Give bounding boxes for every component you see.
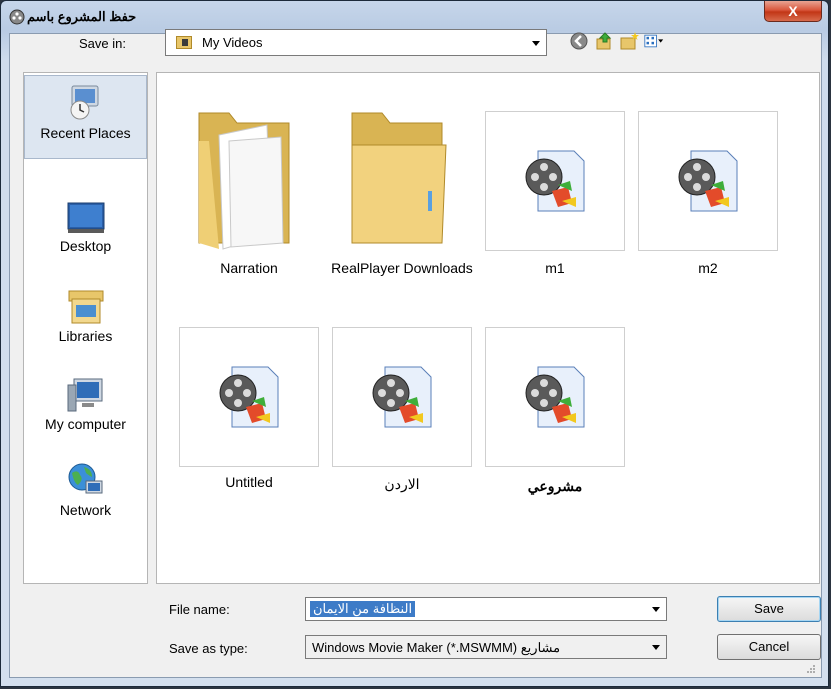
save-dialog-window: حفظ المشروع باسم X Save in: My Videos Re… <box>0 0 829 687</box>
movie-project-icon <box>678 150 738 212</box>
chevron-down-icon[interactable] <box>652 645 660 650</box>
place-network[interactable]: Network <box>24 461 147 518</box>
item-caption: Narration <box>220 260 278 276</box>
place-label: Libraries <box>58 328 113 344</box>
recent-places-icon <box>70 85 98 120</box>
item-caption: m1 <box>545 260 565 276</box>
movie-project-icon <box>372 366 432 428</box>
new-folder-icon[interactable] <box>619 31 639 51</box>
movie-project-icon <box>525 150 585 212</box>
place-label: Network <box>59 502 112 518</box>
place-label: Recent Places <box>40 125 131 141</box>
file-name-value[interactable]: النظافة من الايمان <box>310 601 416 617</box>
save-in-value: My Videos <box>202 35 263 50</box>
cancel-button[interactable]: Cancel <box>717 634 821 660</box>
movie-project-icon <box>525 366 585 428</box>
computer-icon <box>67 378 102 412</box>
save-in-label: Save in: <box>79 36 126 51</box>
save-as-type-label: Save as type: <box>169 641 248 656</box>
place-label: Desktop <box>59 238 112 254</box>
up-folder-icon[interactable] <box>594 31 614 51</box>
network-globe-icon <box>68 463 102 494</box>
places-bar: Recent Places Desktop Libraries My compu… <box>23 72 148 584</box>
file-name-label: File name: <box>169 602 230 617</box>
window-title: حفظ المشروع باسم <box>27 9 137 24</box>
resize-grip-icon[interactable] <box>806 664 816 674</box>
back-icon[interactable] <box>569 31 589 51</box>
item-caption: الاردن <box>384 476 420 492</box>
place-desktop[interactable]: Desktop <box>24 201 147 254</box>
folder-icon <box>351 112 447 244</box>
save-in-combo[interactable]: My Videos <box>165 29 547 56</box>
place-my-computer[interactable]: My computer <box>24 375 147 432</box>
file-name-input[interactable]: النظافة من الايمان <box>305 597 667 621</box>
libraries-icon <box>68 290 103 324</box>
place-libraries[interactable]: Libraries <box>24 289 147 344</box>
file-list[interactable]: Narration RealPlayer Downloads m1 m2 Unt… <box>156 72 820 584</box>
place-label: My computer <box>45 416 126 432</box>
item-caption: Untitled <box>225 474 273 490</box>
item-caption: مشروعي <box>527 478 583 494</box>
desktop-icon <box>67 202 104 233</box>
chevron-down-icon[interactable] <box>532 40 540 46</box>
save-as-type-select[interactable]: Windows Movie Maker (*.MSWMM) مشاريع <box>305 635 667 659</box>
item-caption: m2 <box>698 260 718 276</box>
place-recent-places[interactable]: Recent Places <box>24 75 147 159</box>
close-button[interactable]: X <box>764 1 822 22</box>
chevron-down-icon[interactable] <box>652 607 660 612</box>
movie-project-icon <box>219 366 279 428</box>
movie-maker-icon <box>9 9 25 25</box>
save-button[interactable]: Save <box>717 596 821 622</box>
videos-folder-icon <box>176 36 192 49</box>
folder-icon <box>198 112 290 250</box>
save-as-type-value: Windows Movie Maker (*.MSWMM) مشاريع <box>312 640 561 655</box>
views-menu-icon[interactable] <box>644 31 664 51</box>
item-caption: RealPlayer Downloads <box>331 260 473 276</box>
